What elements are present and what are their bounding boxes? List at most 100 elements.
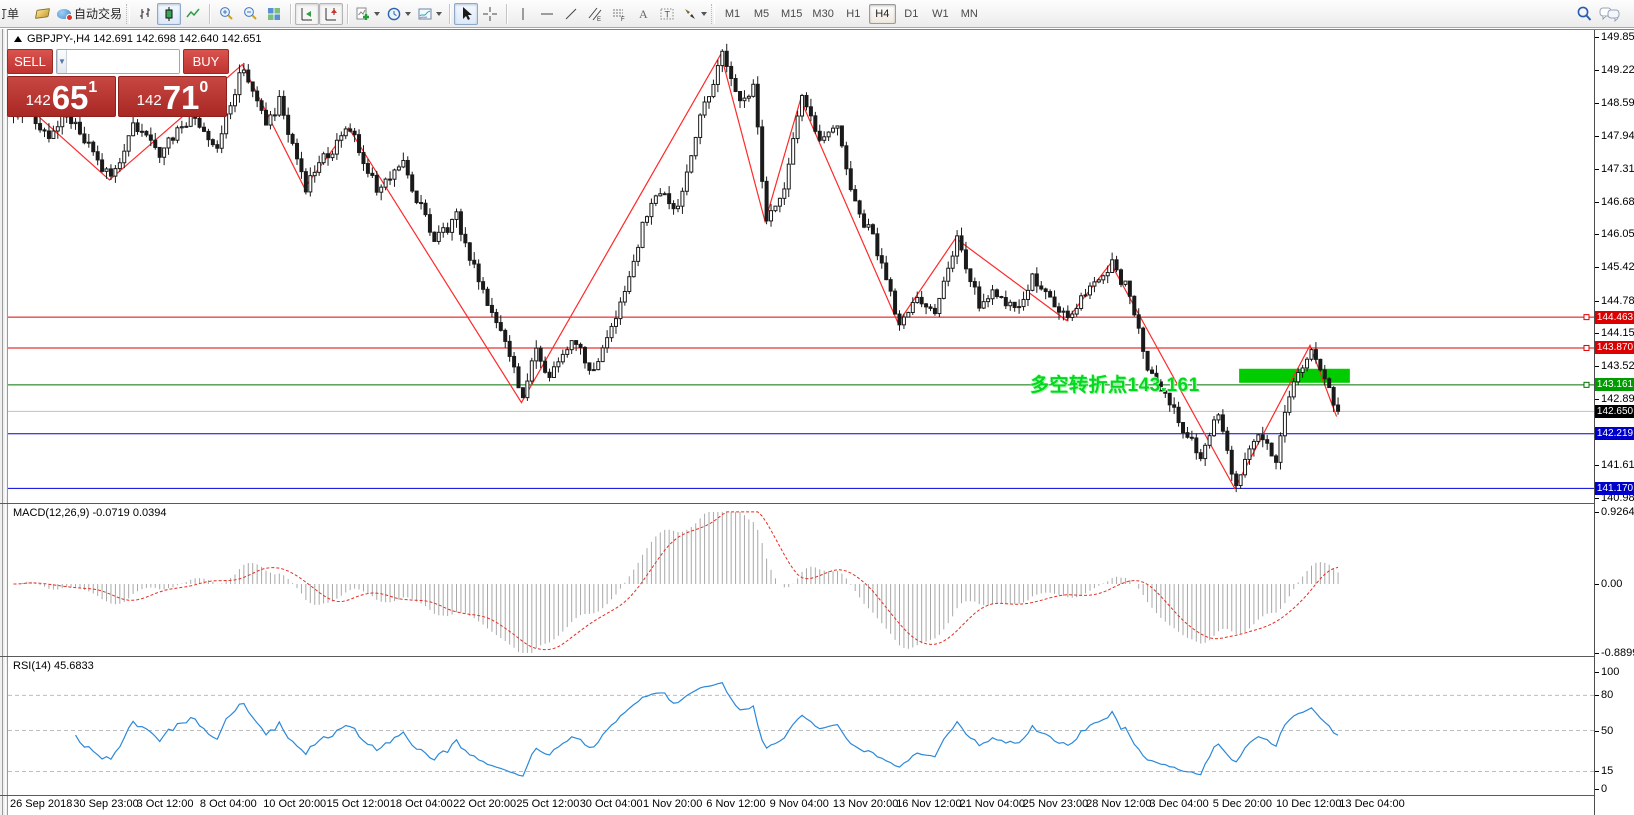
price-axis[interactable]: 149.850149.220148.590147.945147.315146.6… (1594, 30, 1634, 815)
panel-splitter[interactable] (0, 503, 1634, 504)
buy-button[interactable]: BUY (183, 49, 229, 74)
candle (623, 291, 626, 302)
search-button[interactable] (1572, 3, 1596, 25)
indicators-dropdown-caret[interactable] (374, 12, 380, 16)
order-menu-label[interactable]: 订单 (2, 5, 30, 22)
buy-price-display[interactable]: 142 71 0 (118, 76, 227, 117)
candle (1084, 295, 1087, 296)
text-label-button[interactable]: T (655, 3, 679, 25)
candle (1000, 297, 1003, 298)
fibonacci-button[interactable]: F (607, 3, 631, 25)
line-handle[interactable] (1584, 345, 1589, 350)
candle (712, 84, 715, 96)
candle (526, 381, 529, 398)
periods-dropdown-caret[interactable] (405, 12, 411, 16)
timeframe-button-mn[interactable]: MN (956, 4, 983, 24)
candle (1057, 307, 1060, 312)
zoom-out-button[interactable] (238, 3, 262, 25)
sell-price-display[interactable]: 142 65 1 (7, 76, 116, 117)
timeframe-button-w1[interactable]: W1 (927, 4, 954, 24)
axis-tick-mark (1595, 789, 1599, 790)
candle (854, 190, 857, 201)
timeframe-button-m1[interactable]: M1 (719, 4, 746, 24)
panel-splitter[interactable] (0, 656, 1634, 657)
toolbar-grip[interactable] (126, 4, 130, 24)
arrows-dropdown-caret[interactable] (701, 12, 707, 16)
timeframe-button-h4[interactable]: H4 (869, 4, 896, 24)
channel-button[interactable]: E (583, 3, 607, 25)
candle (929, 307, 932, 308)
line-chart-button[interactable] (181, 3, 205, 25)
candle (1252, 441, 1255, 448)
candle (446, 228, 449, 233)
candle (889, 280, 892, 292)
main-price-chart[interactable] (8, 30, 1594, 503)
chart-shift-button[interactable] (319, 3, 343, 25)
candle (366, 164, 369, 174)
time-tick-label: 25 Nov 23:00 (1023, 798, 1088, 810)
tile-windows-button[interactable] (262, 3, 286, 25)
candle (220, 134, 223, 149)
autotrading-button[interactable]: 自动交易 (54, 3, 125, 25)
candlestick-chart-button[interactable] (157, 3, 181, 25)
macd-label: MACD(12,26,9) -0.0719 0.0394 (13, 507, 166, 519)
zoom-in-button[interactable] (214, 3, 238, 25)
crosshair-button[interactable] (478, 3, 502, 25)
top-toolbar: 订单 自动交易 (0, 0, 1634, 28)
time-tick-label: 13 Dec 04:00 (1339, 798, 1404, 810)
macd-indicator-panel[interactable] (8, 505, 1594, 655)
vertical-line-button[interactable] (511, 3, 535, 25)
candle (1221, 415, 1224, 431)
timeframe-button-d1[interactable]: D1 (898, 4, 925, 24)
candle (654, 196, 657, 204)
candle (322, 154, 325, 163)
cursor-button[interactable] (454, 3, 478, 25)
timeframe-button-m5[interactable]: M5 (748, 4, 775, 24)
candle (894, 291, 897, 314)
auto-scroll-button[interactable] (295, 3, 319, 25)
candle (1080, 296, 1083, 309)
candle (1270, 443, 1273, 456)
timeframe-button-h1[interactable]: H1 (840, 4, 867, 24)
sell-button[interactable]: SELL (7, 49, 53, 74)
cursor-icon (458, 6, 474, 22)
templates-button[interactable] (414, 3, 445, 25)
candle (995, 290, 998, 297)
zigzag-line[interactable] (25, 54, 1336, 488)
candle (451, 219, 454, 232)
collapse-triangle-icon[interactable] (14, 36, 22, 42)
rsi-indicator-panel[interactable] (8, 658, 1594, 795)
candle (566, 350, 569, 355)
candle (579, 344, 582, 347)
periods-button[interactable] (383, 3, 414, 25)
text-button[interactable]: A (631, 3, 655, 25)
timeframe-button-m30[interactable]: M30 (808, 4, 837, 24)
candle (211, 140, 214, 145)
window-left-grip[interactable] (0, 29, 8, 815)
candle (349, 129, 352, 131)
candle (588, 363, 591, 371)
candle (327, 154, 330, 158)
candle (52, 131, 55, 138)
price-tick-label: -0.8899 (1601, 647, 1634, 659)
templates-dropdown-caret[interactable] (436, 12, 442, 16)
candle (716, 66, 719, 85)
candle (1257, 435, 1260, 442)
volume-input[interactable] (67, 50, 180, 73)
arrows-button[interactable] (679, 3, 710, 25)
horizontal-line-button[interactable] (535, 3, 559, 25)
svg-text:E: E (597, 17, 601, 22)
chat-button[interactable] (1596, 3, 1624, 25)
bar-chart-button[interactable] (133, 3, 157, 25)
timeframe-button-m15[interactable]: M15 (777, 4, 806, 24)
line-handle[interactable] (1584, 315, 1589, 320)
candle (442, 228, 445, 233)
toolbar-grip[interactable] (711, 4, 715, 24)
trendline-button[interactable] (559, 3, 583, 25)
volume-decrease-button[interactable]: ▼ (57, 50, 67, 73)
line-handle[interactable] (1584, 382, 1589, 387)
candle (561, 354, 564, 361)
new-order-button[interactable] (30, 3, 54, 25)
time-axis[interactable]: 26 Sep 201830 Sep 23:003 Oct 12:008 Oct … (8, 796, 1594, 815)
indicators-button[interactable] (352, 3, 383, 25)
